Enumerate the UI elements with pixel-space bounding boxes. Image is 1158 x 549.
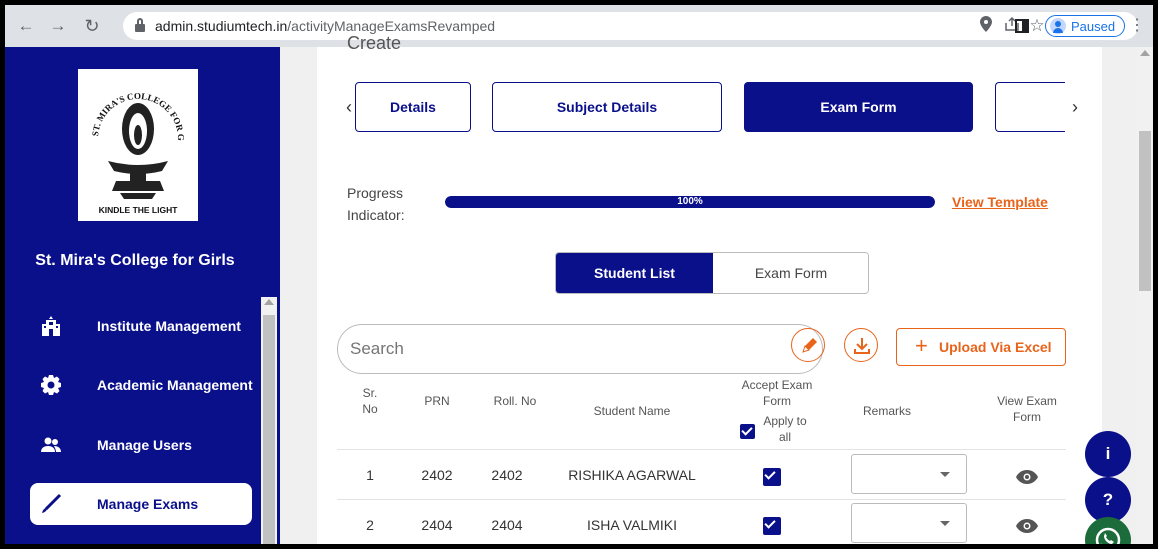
profile-paused-button[interactable]: Paused: [1045, 15, 1125, 37]
sidebar: ST. MIRA'S COLLEGE FOR GIRLS KINDLE THE …: [5, 47, 280, 544]
sidebar-item-manage-exams[interactable]: Manage Exams: [30, 483, 252, 525]
address-bar[interactable]: admin.studiumtech.in/activityManageExams…: [123, 12, 1138, 40]
cell-prn: 2404: [421, 517, 453, 533]
profile-status-label: Paused: [1071, 19, 1116, 34]
divider: [337, 499, 1066, 500]
cell-sr: 1: [366, 467, 374, 483]
chevron-down-icon: [940, 521, 950, 526]
remarks-select[interactable]: [851, 503, 967, 543]
logo-tagline: KINDLE THE LIGHT: [99, 205, 179, 215]
view-template-link[interactable]: View Template: [952, 194, 1048, 210]
url-text[interactable]: admin.studiumtech.in/activityManageExams…: [155, 18, 495, 34]
sidebar-item-label: Academic Management: [97, 377, 253, 393]
step-tab-next[interactable]: [995, 82, 1065, 132]
college-logo: ST. MIRA'S COLLEGE FOR GIRLS KINDLE THE …: [75, 61, 198, 221]
progress-value: 100%: [677, 196, 703, 207]
browser-toolbar: ← → ↻ admin.studiumtech.in/activityManag…: [5, 5, 1153, 47]
divider: [337, 449, 1066, 450]
back-icon[interactable]: ←: [13, 13, 39, 39]
progress-bar: 100%: [445, 196, 935, 208]
college-name: St. Mira's College for Girls: [35, 252, 235, 269]
scrollbar-thumb[interactable]: [1139, 131, 1151, 291]
avatar-icon: [1050, 18, 1066, 34]
location-pin-icon[interactable]: [976, 16, 996, 36]
accept-checkbox[interactable]: [763, 517, 781, 535]
eye-icon[interactable]: [1016, 519, 1038, 533]
tab-exam-form[interactable]: Exam Form: [713, 253, 868, 293]
plus-icon: +: [915, 333, 928, 358]
page-scrollbar[interactable]: [1137, 47, 1153, 544]
cell-roll-no: 2404: [491, 517, 523, 533]
bookmark-star-icon[interactable]: ☆: [1027, 16, 1047, 36]
side-panel-icon[interactable]: [1015, 19, 1029, 33]
progress-label: Progress Indicator:: [347, 185, 405, 223]
sidebar-scrollbar[interactable]: [261, 297, 277, 544]
step-tab-exam-form[interactable]: Exam Form: [744, 82, 973, 132]
pencil-icon: [802, 338, 817, 353]
cell-student-name: ISHA VALMIKI: [587, 517, 677, 533]
header-remarks: Remarks: [862, 404, 911, 418]
reload-icon[interactable]: ↻: [79, 13, 105, 39]
tab-student-list[interactable]: Student List: [556, 253, 713, 293]
edit-button[interactable]: [791, 328, 825, 362]
cell-sr: 2: [366, 517, 374, 533]
sidebar-item-manage-users[interactable]: Manage Users: [30, 424, 252, 466]
cell-student-name: RISHIKA AGARWAL: [568, 467, 696, 483]
exam-panel: Create ‹ Details Subject Details Exam Fo…: [317, 33, 1102, 544]
header-apply-to-all: Apply to all: [763, 414, 807, 444]
header-view-exam-form: View Exam Form: [997, 394, 1057, 424]
sidebar-item-label: Institute Management: [97, 318, 241, 334]
remarks-select[interactable]: [851, 454, 967, 494]
header-student-name: Student Name: [593, 404, 671, 418]
header-prn: PRN: [424, 394, 450, 408]
download-button[interactable]: [844, 328, 878, 362]
step-tab-details[interactable]: Details: [355, 82, 471, 132]
sidebar-item-label: Manage Exams: [97, 496, 199, 512]
chevron-right-icon[interactable]: ›: [1067, 97, 1083, 117]
browser-menu-icon[interactable]: ⋮: [1127, 16, 1147, 36]
sidebar-item-academic-management[interactable]: Academic Management: [30, 364, 253, 406]
sidebar-item-label: Manage Users: [97, 437, 192, 453]
users-icon: [40, 434, 62, 456]
forward-icon[interactable]: →: [45, 13, 71, 39]
lock-icon: [135, 18, 145, 33]
eye-icon[interactable]: [1016, 470, 1038, 484]
chevron-down-icon: [940, 472, 950, 477]
building-icon: [40, 315, 62, 337]
download-icon: [854, 338, 870, 354]
cell-roll-no: 2402: [491, 467, 523, 483]
browser-window: ← → ↻ admin.studiumtech.in/activityManag…: [5, 5, 1153, 544]
search-input[interactable]: [350, 339, 750, 359]
header-roll-no: Roll. No: [493, 394, 537, 408]
pen-icon: [40, 493, 62, 515]
scroll-up-arrow-icon[interactable]: [264, 299, 274, 305]
sidebar-item-institute-management[interactable]: Institute Management: [30, 305, 252, 347]
search-box: [337, 324, 823, 374]
apply-to-all-checkbox[interactable]: [740, 424, 755, 439]
main-content: Create ‹ Details Subject Details Exam Fo…: [280, 33, 1153, 544]
scroll-up-arrow-icon[interactable]: [1140, 50, 1150, 56]
gear-icon: [40, 374, 62, 396]
view-toggle: Student List Exam Form: [555, 252, 869, 294]
header-accept-exam-form: Accept Exam Form: [741, 378, 813, 408]
accept-checkbox[interactable]: [763, 468, 781, 486]
whatsapp-icon[interactable]: [1085, 517, 1131, 544]
cell-prn: 2402: [421, 467, 453, 483]
info-icon[interactable]: i: [1085, 431, 1131, 477]
scrollbar-thumb[interactable]: [263, 315, 275, 544]
header-sr-no: Sr. No: [362, 386, 378, 416]
step-tab-subject-details[interactable]: Subject Details: [492, 82, 722, 132]
panel-title: Create: [347, 33, 402, 53]
upload-via-excel-button[interactable]: + Upload Via Excel: [896, 328, 1066, 366]
